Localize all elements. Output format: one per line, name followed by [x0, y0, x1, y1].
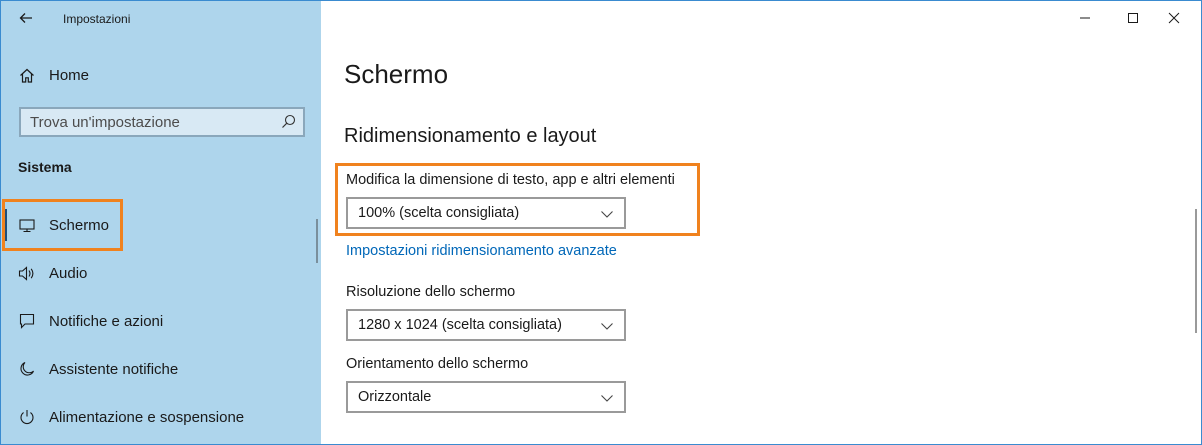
- nav-list: Schermo Audio Notifiche e azioni Assiste…: [1, 201, 321, 441]
- scale-label: Modifica la dimensione di testo, app e a…: [346, 172, 675, 188]
- sidebar-item-label: Notifiche e azioni: [49, 312, 164, 330]
- sidebar-item-audio[interactable]: Audio: [1, 249, 321, 297]
- monitor-icon: [18, 217, 35, 234]
- section-title: Ridimensionamento e layout: [344, 125, 597, 147]
- main-content: Schermo Ridimensionamento e layout Modif…: [321, 1, 1201, 444]
- nav-home[interactable]: Home: [19, 63, 89, 87]
- search-icon[interactable]: [281, 114, 296, 134]
- sidebar-item-label: Alimentazione e sospensione: [49, 408, 245, 426]
- sidebar-item-alimentazione[interactable]: Alimentazione e sospensione: [1, 393, 321, 441]
- sidebar-item-label: Schermo: [49, 216, 110, 234]
- resolution-dropdown[interactable]: 1280 x 1024 (scelta consigliata): [346, 309, 626, 341]
- chevron-down-icon: [600, 207, 614, 225]
- section-title-sistema: Sistema: [18, 159, 72, 175]
- scale-dropdown[interactable]: 100% (scelta consigliata): [346, 197, 626, 229]
- orientation-value: Orizzontale: [358, 389, 432, 405]
- app-title: Impostazioni: [63, 12, 131, 26]
- scale-value: 100% (scelta consigliata): [358, 205, 520, 221]
- sidebar-item-notifiche[interactable]: Notifiche e azioni: [1, 297, 321, 345]
- back-arrow-icon: [19, 13, 32, 23]
- nav-home-label: Home: [49, 66, 90, 84]
- chevron-down-icon: [600, 319, 614, 337]
- settings-window: Impostazioni Home Sistema Schermo: [0, 0, 1202, 445]
- moon-icon: [18, 361, 35, 378]
- sidebar-item-schermo[interactable]: Schermo: [1, 201, 321, 249]
- orientation-label: Orientamento dello schermo: [346, 356, 529, 372]
- search-input[interactable]: [30, 113, 270, 131]
- sidebar-item-label: Assistente notifiche: [49, 360, 179, 378]
- resolution-value: 1280 x 1024 (scelta consigliata): [358, 317, 562, 333]
- sidebar-scrollbar[interactable]: [316, 219, 318, 263]
- advanced-scaling-link[interactable]: Impostazioni ridimensionamento avanzate: [346, 243, 617, 259]
- notification-icon: [18, 313, 35, 330]
- sidebar-item-assistente[interactable]: Assistente notifiche: [1, 345, 321, 393]
- main-scrollbar[interactable]: [1195, 209, 1197, 333]
- power-icon: [18, 409, 35, 426]
- orientation-dropdown[interactable]: Orizzontale: [346, 381, 626, 413]
- resolution-label: Risoluzione dello schermo: [346, 284, 516, 300]
- sidebar: Impostazioni Home Sistema Schermo: [1, 1, 321, 444]
- back-button[interactable]: [11, 6, 41, 30]
- chevron-down-icon: [600, 391, 614, 409]
- home-icon: [20, 68, 34, 83]
- page-title: Schermo: [344, 59, 449, 89]
- speaker-icon: [18, 265, 35, 282]
- sidebar-item-label: Audio: [49, 264, 88, 282]
- search-box: [19, 107, 305, 137]
